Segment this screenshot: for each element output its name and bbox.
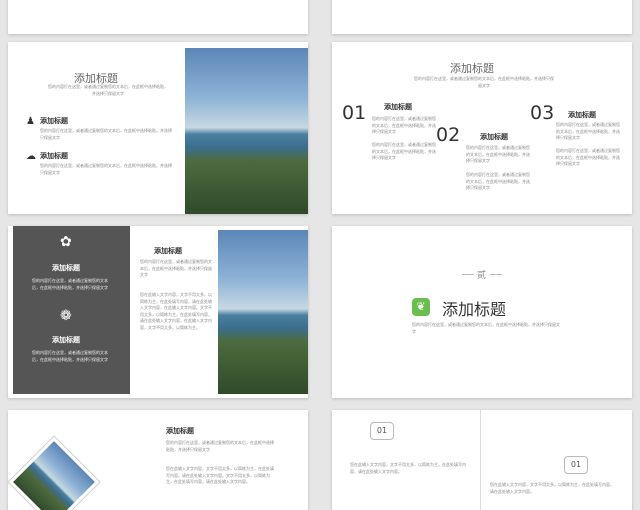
step-text: 您的内容打在这里，或者通过复制您的文本后，在此框中选择粘贴，并选择只保留文字 bbox=[372, 142, 436, 160]
vertical-divider bbox=[480, 410, 481, 510]
section-desc: 您的内容打在这里，或者通过复制您的文本后，在此框中选择粘贴，并选择只保留文字 bbox=[412, 322, 560, 334]
panel-text: 您的内容打在这里，或者通过复制您的文本后，在此框中选择粘贴，并选择只保留文字 bbox=[32, 278, 108, 290]
lotus-icon: ✿ bbox=[60, 234, 72, 250]
step-text: 您的内容打在这里，或者通过复制您的文本后，在此框中选择粘贴，并选择只保留文字 bbox=[466, 172, 530, 190]
landscape-photo bbox=[185, 48, 308, 214]
content-desc: 您的内容打在这里，或者通过复制您的文本后，在此框中选择粘贴，并选择只保留文字 bbox=[140, 259, 212, 277]
diamond-photo bbox=[8, 436, 100, 510]
panel-heading: 添加标题 bbox=[52, 264, 80, 272]
chapter-line-left bbox=[462, 274, 474, 275]
slide-thumb-6[interactable]: 贰 ❦ 添加标题 您的内容打在这里，或者通过复制您的文本后，在此框中选择粘贴，并… bbox=[332, 226, 632, 398]
slide-thumb-4[interactable]: 添加标题 您的内容打在这里，或者通过复制您的文本后，在此框中选择粘贴，并选择只保… bbox=[332, 42, 632, 214]
step-number: 01 bbox=[342, 102, 367, 124]
slide-desc: 您的内容打在这里，或者通过复制您的文本后，在此框中选择粘贴，并选择只保留文字 bbox=[48, 84, 168, 96]
step-text: 您的内容打在这里，或者通过复制您的文本后，在此框中选择粘贴，并选择只保留文字 bbox=[556, 122, 620, 140]
item-text: 您的内容打在这里，或者通过复制您的文本后，在此框中选择粘贴，并选择只保留文字 bbox=[40, 163, 172, 175]
slide-thumb-7[interactable]: 添加标题 您的内容打在这里，或者通过复制您的文本后，在此框中选择粘贴，并选择只保… bbox=[8, 410, 308, 510]
content-body: 您在此输入文字内容，文字不用太多，以简练为主，在此处填写内容，请在此处输入文字内… bbox=[166, 466, 274, 484]
cloud-icon: ☁ bbox=[26, 151, 36, 162]
step-text: 您的内容打在这里，或者通过复制您的文本后，在此框中选择粘贴，并选择只保留文字 bbox=[556, 148, 620, 166]
item-heading: 添加标题 bbox=[40, 152, 68, 160]
chapter-label: 贰 bbox=[477, 271, 487, 281]
item-text: 您在此输入文字内容，文字不用太多，以简练为主，在此处填写内容，请在此处输入文字内… bbox=[350, 462, 466, 474]
step-heading: 添加标题 bbox=[384, 103, 412, 111]
step-heading: 添加标题 bbox=[568, 111, 596, 119]
slide-thumb-1[interactable] bbox=[8, 0, 308, 34]
slide-thumb-3[interactable]: 添加标题 您的内容打在这里，或者通过复制您的文本后，在此框中选择粘贴，并选择只保… bbox=[8, 42, 308, 214]
step-heading: 添加标题 bbox=[480, 133, 508, 141]
item-text: 您在此输入文字内容，文字不用太多，以简练为主，在此处填写内容，请在此处输入文字内… bbox=[490, 482, 614, 494]
leaf-icon: ❦ bbox=[412, 298, 430, 316]
step-text: 您的内容打在这里，或者通过复制您的文本后，在此框中选择粘贴，并选择只保留文字 bbox=[372, 116, 436, 134]
content-heading: 添加标题 bbox=[166, 427, 194, 435]
slide-title: 添加标题 bbox=[450, 62, 494, 75]
step-text: 您的内容打在这里，或者通过复制您的文本后，在此框中选择粘贴，并选择只保留文字 bbox=[466, 145, 530, 163]
content-body: 您在此输入文字内容，文字不用太多，以简练为主，在此处填写内容，请在此处输入文字内… bbox=[140, 292, 212, 330]
step-number: 03 bbox=[530, 102, 555, 124]
person-trash-icon: ♟ bbox=[26, 116, 35, 127]
chapter-line-right bbox=[490, 274, 502, 275]
landscape-photo bbox=[218, 230, 308, 394]
hex-badge: 01 bbox=[564, 456, 588, 474]
item-heading: 添加标题 bbox=[40, 117, 68, 125]
leaf-hand-icon: ❁ bbox=[60, 308, 72, 324]
item-text: 您的内容打在这里，或者通过复制您的文本后，在此框中选择粘贴，并选择只保留文字 bbox=[40, 128, 172, 140]
content-heading: 添加标题 bbox=[154, 247, 182, 255]
panel-text: 您的内容打在这里，或者通过复制您的文本后，在此框中选择粘贴，并选择只保留文字 bbox=[32, 350, 108, 362]
hex-badge: 01 bbox=[370, 422, 394, 440]
slide-desc: 您的内容打在这里，或者通过复制您的文本后，在此框中选择粘贴，并选择只保留文字 bbox=[414, 76, 554, 88]
slide-thumb-5[interactable]: ✿ 添加标题 您的内容打在这里，或者通过复制您的文本后，在此框中选择粘贴，并选择… bbox=[8, 226, 308, 398]
section-title: 添加标题 bbox=[442, 300, 507, 319]
slide-thumb-8[interactable]: 01 您在此输入文字内容，文字不用太多，以简练为主，在此处填写内容，请在此处输入… bbox=[332, 410, 632, 510]
panel-heading: 添加标题 bbox=[52, 336, 80, 344]
content-desc: 您的内容打在这里，或者通过复制您的文本后，在此框中选择粘贴，并选择只保留文字 bbox=[166, 440, 274, 452]
slide-thumb-2[interactable] bbox=[332, 0, 632, 34]
step-number: 02 bbox=[436, 124, 461, 146]
